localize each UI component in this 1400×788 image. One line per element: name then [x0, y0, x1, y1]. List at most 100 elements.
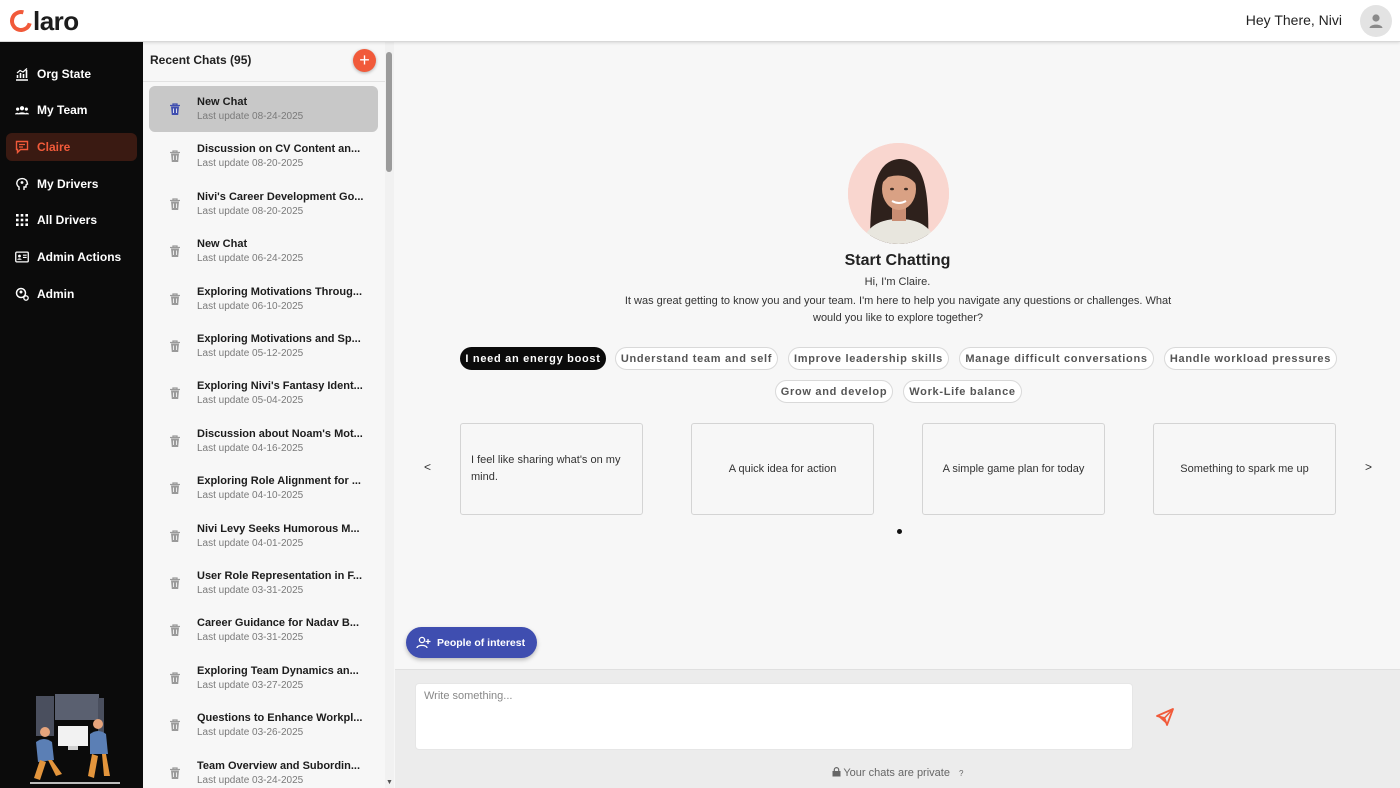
chat-title: User Role Representation in F...	[197, 570, 363, 582]
chat-main: Start Chatting Hi, I'm Claire. It was gr…	[395, 42, 1400, 788]
trash-icon[interactable]	[168, 481, 182, 495]
chat-title: Nivi Levy Seeks Humorous M...	[197, 522, 360, 535]
chat-list-item[interactable]: Exploring Motivations Throug... Last upda…	[149, 276, 378, 322]
trash-icon[interactable]	[168, 434, 182, 448]
chat-title: New Chat	[197, 238, 248, 251]
sidebar-item-all-drivers[interactable]: All Drivers	[6, 206, 137, 234]
chat-title: Career Guidance for Nadav B...	[197, 617, 359, 630]
carousel-page-dot[interactable]	[897, 529, 902, 534]
suggestion-card[interactable]: Something to spark me up	[1153, 423, 1336, 515]
recent-chats-title: Recent Chats (95)	[150, 53, 252, 67]
chat-date: Last update 03-27-2025	[197, 679, 304, 691]
chat-list-item[interactable]: Questions to Enhance Workpl... Last updat…	[149, 702, 378, 748]
trash-icon[interactable]	[168, 197, 182, 211]
grid-icon	[15, 213, 29, 227]
chip-energy-boost[interactable]: I need an energy boost	[460, 347, 606, 370]
trash-icon[interactable]	[168, 292, 182, 306]
claire-avatar	[848, 143, 949, 244]
chat-date: Last update 06-10-2025	[197, 300, 304, 312]
chip-leadership[interactable]: Improve leadership skills	[788, 347, 949, 370]
carousel-prev-button[interactable]: <	[424, 460, 431, 474]
claire-greeting: Hi, I'm Claire.	[864, 276, 931, 288]
chat-list-item[interactable]: New Chat Last update 08-24-2025	[149, 86, 378, 132]
chat-list-item[interactable]: Exploring Role Alignment for ... Last upd…	[149, 465, 378, 511]
chat-date: Last update 05-12-2025	[197, 348, 304, 359]
trash-icon[interactable]	[168, 623, 182, 637]
chip-workload[interactable]: Handle workload pressures	[1164, 347, 1337, 370]
chat-title: Nivi's Career Development Go...	[197, 190, 364, 203]
chat-title: Discussion about Noam's Mot...	[197, 427, 363, 440]
chat-list-item[interactable]: Exploring Team Dynamics an... Last update…	[149, 655, 378, 701]
chat-date: Last update 03-26-2025	[197, 727, 304, 739]
sidebar-item-admin[interactable]: Admin	[6, 280, 137, 308]
trash-icon[interactable]	[168, 102, 182, 116]
sidebar: Org State My Team Claire My Drivers All …	[0, 42, 143, 788]
chat-date: Last update 04-16-2025	[197, 442, 304, 454]
sidebar-item-label: All Drivers	[37, 213, 98, 227]
sidebar-item-label: Admin	[37, 287, 75, 301]
people-of-interest-label: People of interest	[437, 636, 526, 649]
chip-difficult-conversations[interactable]: Manage difficult conversations	[959, 347, 1154, 370]
chat-list-item[interactable]: Discussion about Noam's Mot... Last updat…	[149, 418, 378, 464]
trash-icon[interactable]	[168, 244, 182, 258]
chat-list-item[interactable]: Career Guidance for Nadav B... Last updat…	[149, 607, 378, 653]
chat-title: New Chat	[197, 96, 248, 108]
sidebar-item-my-team[interactable]: My Team	[6, 96, 137, 124]
suggestion-card[interactable]: A simple game plan for today	[922, 423, 1105, 515]
chip-work-life[interactable]: Work-Life balance	[903, 380, 1022, 403]
chat-date: Last update 03-24-2025	[197, 774, 304, 786]
chat-list-item[interactable]: Nivi's Career Development Go... Last upda…	[149, 181, 378, 227]
trash-icon[interactable]	[168, 718, 182, 732]
claire-intro: It was great getting to know you and you…	[624, 295, 1172, 324]
chip-understand-team[interactable]: Understand team and self	[615, 347, 778, 370]
chat-date: Last update 03-31-2025	[197, 585, 304, 596]
carousel-next-button[interactable]: >	[1365, 460, 1372, 474]
scroll-down-arrow-icon[interactable]: ▼	[385, 779, 394, 787]
suggestion-card[interactable]: I feel like sharing what's on my mind.	[460, 423, 643, 515]
people-of-interest-button[interactable]: People of interest	[406, 627, 537, 658]
send-icon[interactable]	[1155, 707, 1175, 727]
chat-title: Questions to Enhance Workpl...	[197, 712, 363, 725]
user-greeting: Hey There, Nivi	[1245, 12, 1342, 28]
chat-title: Discussion on CV Content an...	[197, 143, 361, 156]
suggestion-card[interactable]: A quick idea for action	[691, 423, 874, 515]
chat-list-item[interactable]: Team Overview and Subordin... Last update…	[149, 750, 378, 788]
chat-list-item[interactable]: Exploring Nivi's Fantasy Ident... Last up…	[149, 370, 378, 416]
chat-list-item[interactable]: Nivi Levy Seeks Humorous M... Last update…	[149, 513, 378, 559]
team-illustration	[30, 694, 120, 784]
id-card-icon	[15, 250, 29, 264]
trash-icon[interactable]	[168, 529, 182, 543]
trash-icon[interactable]	[168, 386, 182, 400]
chat-title: Exploring Nivi's Fantasy Ident...	[197, 380, 363, 393]
chat-list-item[interactable]: Exploring Motivations and Sp... Last upda…	[149, 323, 378, 369]
chat-title: Exploring Role Alignment for ...	[197, 475, 361, 488]
chat-icon	[15, 140, 29, 154]
recent-chats-header: Recent Chats (95) +	[143, 42, 386, 82]
trash-icon[interactable]	[168, 149, 182, 163]
chat-date: Last update 04-01-2025	[197, 537, 304, 549]
sidebar-item-org-state[interactable]: Org State	[6, 60, 137, 88]
new-chat-button[interactable]: +	[353, 49, 376, 72]
chat-list-item[interactable]: New Chat Last update 06-24-2025	[149, 228, 378, 274]
trash-icon[interactable]	[168, 766, 182, 780]
message-input[interactable]	[416, 684, 1132, 749]
claro-logo[interactable]: laro	[5, 6, 79, 37]
head-icon	[15, 177, 29, 191]
trash-icon[interactable]	[168, 671, 182, 685]
privacy-help-icon[interactable]: ?	[959, 769, 963, 778]
sidebar-item-my-drivers[interactable]: My Drivers	[6, 170, 137, 198]
chip-grow-develop[interactable]: Grow and develop	[775, 380, 893, 403]
chat-date: Last update 08-24-2025	[197, 111, 304, 122]
sidebar-item-admin-actions[interactable]: Admin Actions	[6, 243, 137, 271]
chat-date: Last update 04-10-2025	[197, 490, 304, 502]
chat-list-item[interactable]: Discussion on CV Content an... Last updat…	[149, 133, 378, 179]
chat-list-scroll-thumb[interactable]	[386, 52, 392, 172]
user-avatar[interactable]	[1360, 5, 1392, 37]
sidebar-item-claire[interactable]: Claire	[6, 133, 137, 161]
trash-icon[interactable]	[168, 339, 182, 353]
chat-list-item[interactable]: User Role Representation in F... Last upd…	[149, 560, 378, 606]
admin-icon	[15, 287, 29, 301]
trash-icon[interactable]	[168, 576, 182, 590]
message-input-box	[415, 683, 1133, 750]
chat-date: Last update 05-04-2025	[197, 395, 304, 407]
